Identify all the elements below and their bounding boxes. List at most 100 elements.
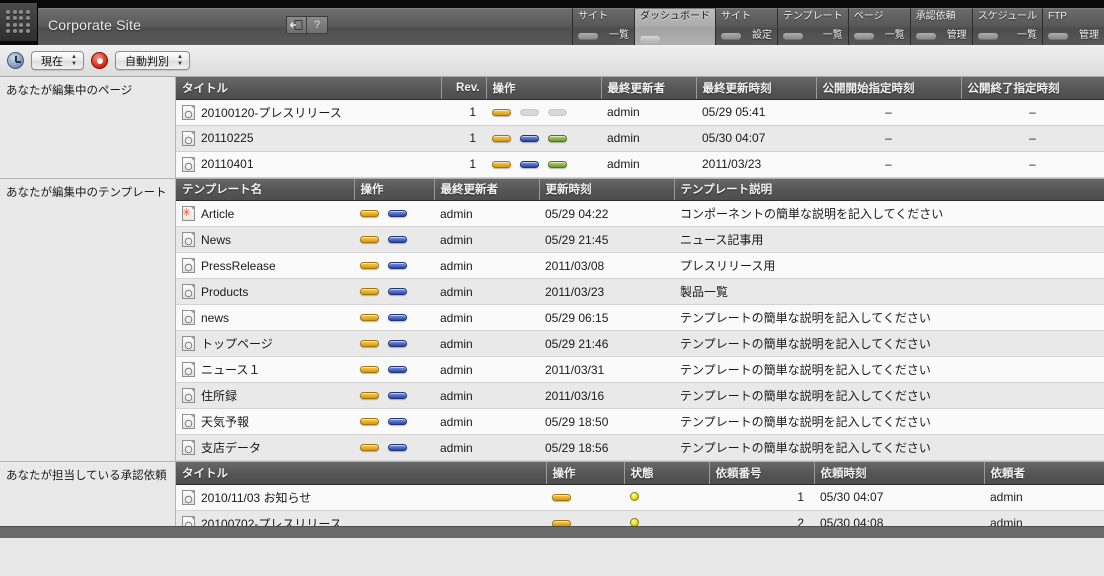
status-badge-icon: [630, 492, 639, 501]
table-row[interactable]: 20110225 1 admin 05/30 04:07 – –: [176, 125, 1104, 152]
cell-publish-start: –: [816, 151, 961, 178]
nav-tab-template-list[interactable]: テンプレート 一覧: [776, 8, 848, 45]
edit-action-button[interactable]: [360, 340, 379, 347]
edit-action-button[interactable]: [492, 108, 511, 116]
edit-action-button[interactable]: [492, 160, 511, 168]
col-template-name[interactable]: テンプレート名: [176, 178, 354, 201]
time-select[interactable]: 現在 ▲ ▼: [31, 51, 84, 70]
table-row[interactable]: PressRelease admin 2011/03/08 プレスリリース用: [176, 252, 1104, 279]
table-row[interactable]: 2010/11/03 お知らせ 1 05/30 04:07 admin: [176, 484, 1104, 511]
edit-action-button[interactable]: [360, 418, 379, 425]
secondary-action-button[interactable]: [388, 262, 407, 269]
col-rev[interactable]: Rev.: [440, 77, 486, 100]
table-row[interactable]: 20100120-プレスリリース 1 admin 05/29 05:41 – –: [176, 99, 1104, 126]
nav-tab-ftp-admin[interactable]: FTP 管理: [1042, 8, 1104, 45]
edit-action-button[interactable]: [360, 262, 379, 269]
cell-description: ニュース記事用: [674, 226, 1104, 253]
tertiary-action-button[interactable]: [548, 160, 567, 168]
secondary-action-button[interactable]: [388, 236, 407, 243]
table-row[interactable]: news admin 05/29 06:15 テンプレートの簡単な説明を記入してくださ…: [176, 304, 1104, 331]
secondary-action-button[interactable]: [520, 134, 539, 142]
help-button[interactable]: ?: [307, 16, 328, 34]
page-icon: [182, 388, 195, 403]
nav-tab-site-list[interactable]: サイト 一覧: [571, 8, 634, 45]
secondary-action-button[interactable]: [388, 340, 407, 347]
table-row[interactable]: ニュース１ admin 2011/03/31 テンプレートの簡単な説明を記入してくださ…: [176, 356, 1104, 383]
col-actions[interactable]: 操作: [545, 462, 624, 485]
table-row[interactable]: 支店データ admin 05/29 18:56 テンプレートの簡単な説明を記入してくだ…: [176, 434, 1104, 461]
secondary-action-button[interactable]: [520, 160, 539, 168]
nav-tab-label-line2: 一覧: [1017, 30, 1037, 41]
nav-tab-dashboard[interactable]: ダッシュボード: [633, 8, 715, 45]
col-title[interactable]: タイトル: [176, 462, 546, 485]
nav-tab-page-list[interactable]: ページ 一覧: [847, 8, 910, 45]
secondary-action-button[interactable]: [388, 314, 407, 321]
cell-updated: 05/29 18:50: [539, 408, 674, 435]
secondary-action-button[interactable]: [388, 444, 407, 451]
col-request-no[interactable]: 依頼番号: [708, 462, 814, 485]
page-icon: [182, 104, 195, 120]
page-icon: [182, 414, 195, 429]
page-title-text[interactable]: 20110225: [201, 131, 254, 145]
col-updated[interactable]: 更新時刻: [538, 178, 674, 201]
template-name-text[interactable]: News: [201, 233, 231, 247]
table-row[interactable]: 20110401 1 admin 2011/03/23 – –: [176, 151, 1104, 178]
template-name-text[interactable]: Products: [201, 285, 248, 299]
edit-action-button[interactable]: [360, 210, 379, 217]
template-name-text[interactable]: 支店データ: [201, 439, 261, 456]
template-name-text[interactable]: Article: [201, 207, 234, 221]
col-updated[interactable]: 最終更新時刻: [695, 77, 816, 100]
col-updater[interactable]: 最終更新者: [600, 77, 696, 100]
col-status[interactable]: 状態: [623, 462, 709, 485]
col-actions[interactable]: 操作: [353, 178, 434, 201]
table-row[interactable]: Article admin05/29 04:22コンポーネントの簡単な説明を記入し…: [176, 200, 1104, 227]
page-title-text[interactable]: 20110401: [201, 157, 254, 171]
page-title-text[interactable]: 20100120-プレスリリース: [201, 104, 342, 121]
template-name-text[interactable]: 住所録: [201, 387, 237, 404]
secondary-action-button[interactable]: [388, 418, 407, 425]
template-name-text[interactable]: ニュース１: [201, 361, 260, 378]
col-publish-end[interactable]: 公開終了指定時刻: [960, 77, 1104, 100]
template-name-text[interactable]: 天気予報: [201, 413, 249, 430]
template-name-text[interactable]: トップページ: [201, 335, 273, 352]
col-requester[interactable]: 依頼者: [983, 462, 1104, 485]
secondary-action-button[interactable]: [388, 366, 407, 373]
template-name-text[interactable]: PressRelease: [201, 259, 276, 273]
secondary-action-button[interactable]: [388, 392, 407, 399]
tertiary-action-button[interactable]: [548, 134, 567, 142]
col-updater[interactable]: 最終更新者: [433, 178, 539, 201]
edit-action-button[interactable]: [360, 366, 379, 373]
col-description[interactable]: テンプレート説明: [673, 178, 1104, 201]
secondary-action-button[interactable]: [388, 288, 407, 295]
edit-action-button[interactable]: [360, 236, 379, 243]
page-icon: [182, 362, 195, 377]
nav-tab-schedule-list[interactable]: スケジュール 一覧: [971, 8, 1042, 45]
cell-publish-start: –: [816, 99, 961, 126]
logout-button[interactable]: [286, 16, 307, 34]
cell-updater: admin: [434, 200, 539, 227]
edit-action-button[interactable]: [492, 134, 511, 142]
table-row[interactable]: 住所録 admin 2011/03/16 テンプレートの簡単な説明を記入してください: [176, 382, 1104, 409]
edit-action-button[interactable]: [360, 288, 379, 295]
mode-select[interactable]: 自動判別 ▲ ▼: [115, 51, 190, 70]
table-row[interactable]: トップページ admin 05/29 21:46 テンプレートの簡単な説明を記入してく…: [176, 330, 1104, 357]
col-title[interactable]: タイトル: [176, 77, 441, 100]
col-publish-start[interactable]: 公開開始指定時刻: [815, 77, 961, 100]
nav-tab-label-line1: スケジュール: [977, 11, 1037, 22]
table-row[interactable]: News admin 05/29 21:45 ニュース記事用: [176, 226, 1104, 253]
nav-tab-site-settings[interactable]: サイト 設定: [714, 8, 777, 45]
cell-actions: [354, 200, 434, 227]
edit-action-button[interactable]: [552, 493, 571, 501]
template-name-text[interactable]: news: [201, 311, 229, 325]
nav-tab-approval-admin[interactable]: 承認依頼 管理: [909, 8, 972, 45]
cell-actions: [486, 125, 601, 152]
table-row[interactable]: Products admin 2011/03/23 製品一覧: [176, 278, 1104, 305]
col-actions[interactable]: 操作: [485, 77, 601, 100]
edit-action-button[interactable]: [360, 444, 379, 451]
approval-title-text[interactable]: 2010/11/03 お知らせ: [201, 489, 311, 506]
col-requested-at[interactable]: 依頼時刻: [813, 462, 984, 485]
edit-action-button[interactable]: [360, 314, 379, 321]
secondary-action-button[interactable]: [388, 210, 407, 217]
edit-action-button[interactable]: [360, 392, 379, 399]
table-row[interactable]: 天気予報 admin 05/29 18:50 テンプレートの簡単な説明を記入してくださ…: [176, 408, 1104, 435]
